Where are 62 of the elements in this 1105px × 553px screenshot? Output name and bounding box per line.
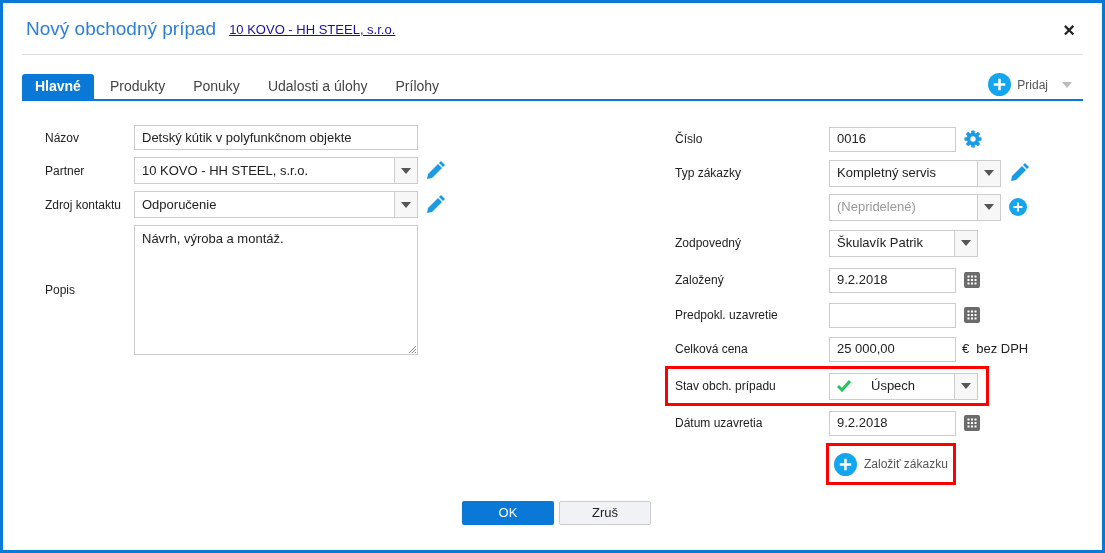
create-order-button[interactable]: Založiť zákazku <box>826 443 956 485</box>
caret-icon <box>401 201 411 208</box>
field-label: Názov <box>45 129 80 147</box>
field-label: Popis <box>45 282 77 299</box>
select-value: Odporučenie <box>142 195 217 214</box>
dialog-title: Nový obchodný prípad <box>26 17 217 42</box>
caret-icon <box>1062 81 1072 88</box>
field-label: Zodpovedný <box>675 235 743 252</box>
input-field[interactable]: 25 000,00 <box>829 336 956 362</box>
tab[interactable]: Udalosti a úlohy <box>255 74 380 99</box>
field-label: Stav obch. prípadu <box>675 378 777 395</box>
input-field[interactable]: 9.2.2018 <box>829 410 956 436</box>
field-label: Celková cena <box>675 341 749 358</box>
partner-link[interactable]: 10 KOVO - HH STEEL, s.r.o. <box>229 19 396 40</box>
ok-button[interactable]: OK <box>462 501 554 525</box>
close-button[interactable]: × <box>1063 19 1075 40</box>
tab[interactable]: Produkty <box>97 74 178 99</box>
select-field[interactable]: Škulavík Patrik <box>829 229 978 257</box>
select-value: Kompletný servis <box>837 164 936 183</box>
select-field[interactable]: 10 KOVO - HH STEEL, s.r.o. <box>134 157 418 184</box>
pencil-icon[interactable] <box>1009 163 1029 183</box>
plus-icon[interactable] <box>1009 198 1027 216</box>
input-field[interactable]: Detský kútik v polyfunkčnom objekte <box>134 125 418 150</box>
select-placeholder: (Nepridelené) <box>837 198 916 217</box>
caret-icon <box>961 383 971 389</box>
currency-label: € <box>962 340 970 359</box>
input-field[interactable]: 9.2.2018 <box>829 267 956 293</box>
calendar-icon[interactable] <box>964 272 980 288</box>
input-field[interactable] <box>829 302 956 328</box>
field-label: Dátum uzavretia <box>675 415 764 432</box>
calendar-icon[interactable] <box>964 307 980 323</box>
calendar-icon[interactable] <box>964 415 980 431</box>
input-field[interactable]: 0016 <box>829 126 956 152</box>
field-label: Založený <box>675 272 725 289</box>
select-value: 10 KOVO - HH STEEL, s.r.o. <box>142 161 309 180</box>
settings-icon[interactable] <box>964 130 982 148</box>
plus-icon[interactable] <box>988 73 1012 96</box>
caret-icon <box>401 167 411 174</box>
caret-icon <box>984 170 994 176</box>
field-label: Typ zákazky <box>675 165 743 182</box>
select-field[interactable]: Kompletný servis <box>829 159 1001 187</box>
tab[interactable]: Hlavné <box>22 74 94 99</box>
pencil-icon[interactable] <box>425 194 445 215</box>
cancel-button[interactable]: Zruš <box>559 501 651 525</box>
select-field[interactable]: Úspech <box>829 372 978 400</box>
select-field[interactable]: Odporučenie <box>134 191 418 218</box>
select-value: Škulavík Patrik <box>837 234 923 253</box>
tab[interactable]: Ponuky <box>181 74 252 99</box>
caret-icon <box>984 204 994 210</box>
select-value: Úspech <box>871 377 916 396</box>
description-field[interactable]: Návrh, výroba a montáž. <box>134 225 418 355</box>
add-menu-button[interactable]: Pridaj <box>988 73 1072 96</box>
field-label: Predpokl. uzavretie <box>675 307 779 324</box>
plus-icon[interactable] <box>834 452 857 476</box>
pencil-icon[interactable] <box>425 160 445 181</box>
field-label: Číslo <box>675 130 704 148</box>
tab[interactable]: Prílohy <box>383 74 452 99</box>
resize-handle-icon[interactable] <box>408 345 416 353</box>
field-label: Partner <box>45 162 86 180</box>
field-label: Zdroj kontaktu <box>45 196 123 214</box>
caret-icon <box>961 240 971 246</box>
vat-note: bez DPH <box>976 340 1029 359</box>
